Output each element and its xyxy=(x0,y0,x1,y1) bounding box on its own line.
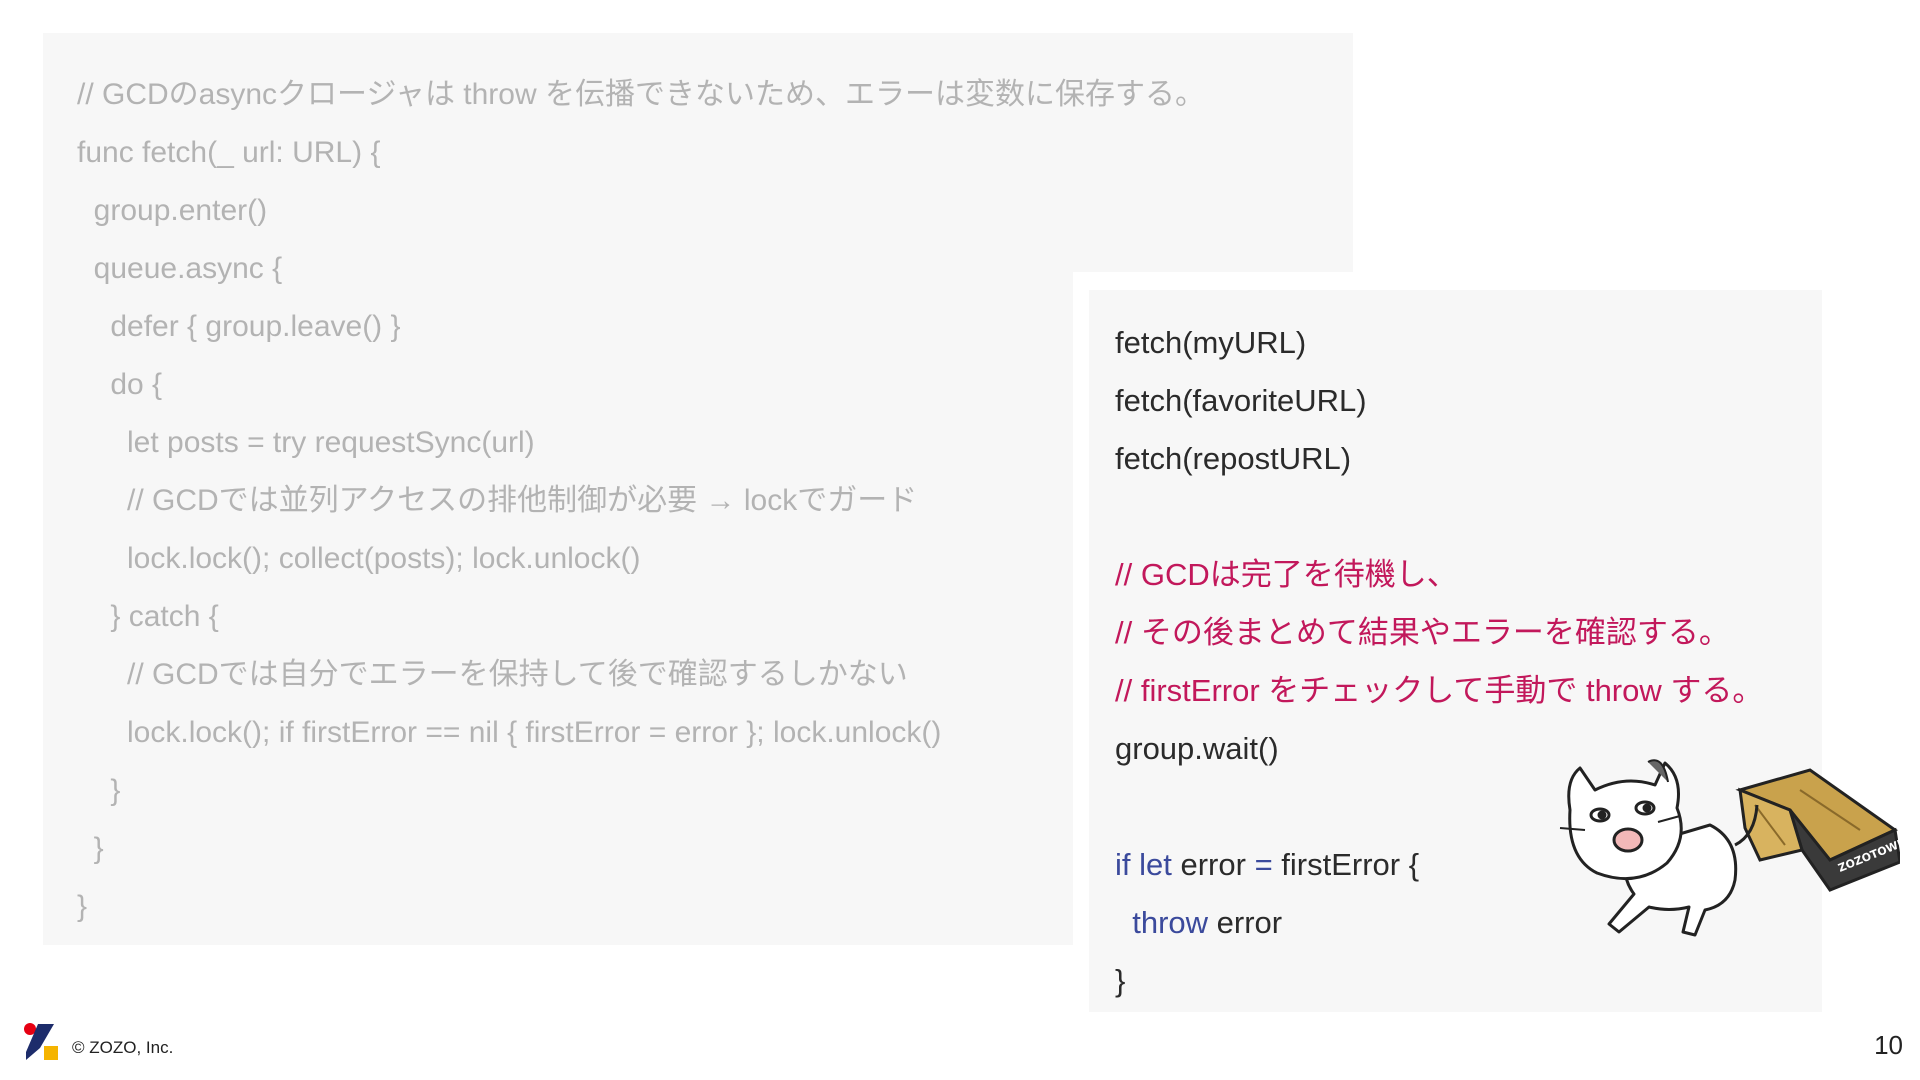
code-text: firstError { xyxy=(1272,847,1420,882)
background-code-block: // GCDのasyncクロージャは throw を伝播できないため、エラーは変… xyxy=(77,66,1205,936)
code-line: fetch(repostURL) xyxy=(1115,441,1352,476)
keyword-let: let xyxy=(1139,847,1172,882)
code-comment: // firstError をチェックして手動で throw する。 xyxy=(1115,673,1764,708)
background-code-line: } xyxy=(77,774,121,807)
code-line: fetch(myURL) xyxy=(1115,325,1307,360)
zozo-logo-icon xyxy=(24,1023,58,1060)
background-code-line: } xyxy=(77,890,88,923)
keyword-if: if xyxy=(1115,847,1131,882)
slide: // GCDのasyncクロージャは throw を伝播できないため、エラーは変… xyxy=(0,0,1920,1080)
code-text: error xyxy=(1171,847,1255,882)
background-code-line: queue.async { xyxy=(77,252,283,285)
cat-box-illustration: ZOZOTOWN xyxy=(1559,759,1900,937)
background-code-line: do { xyxy=(77,368,163,401)
code-comment: // GCDは完了を待機し、 xyxy=(1115,557,1458,592)
background-code-line: let posts = try requestSync(url) xyxy=(77,426,535,459)
background-code-line: lock.lock(); collect(posts); lock.unlock… xyxy=(77,542,641,575)
background-code-line: defer { group.leave() } xyxy=(77,310,401,343)
cat-icon xyxy=(1559,759,1759,937)
background-code-line: lock.lock(); if firstError == nil { firs… xyxy=(77,716,942,749)
copyright-text: © ZOZO, Inc. xyxy=(72,1038,174,1057)
page-number: 10 xyxy=(1874,1030,1903,1060)
background-code-line: group.enter() xyxy=(77,194,268,227)
code-line: fetch(favoriteURL) xyxy=(1115,383,1367,418)
background-code-line: } catch { xyxy=(77,600,219,633)
background-code-line: } xyxy=(77,832,104,865)
blank-line xyxy=(1115,488,1763,546)
background-code-line: func fetch(_ url: URL) { xyxy=(77,136,381,169)
code-text: error xyxy=(1208,905,1283,940)
zozotown-box-icon: ZOZOTOWN xyxy=(1735,768,1900,892)
code-comment: // その後まとめて結果やエラーを確認する。 xyxy=(1115,615,1730,650)
background-code-line: // GCDでは自分でエラーを保持して後で確認するしかない xyxy=(77,658,908,691)
background-code-line: // GCDでは並列アクセスの排他制御が必要 → lockでガード xyxy=(77,484,918,517)
operator-equals: = xyxy=(1254,847,1273,882)
background-code-line: // GCDのasyncクロージャは throw を伝播できないため、エラーは変… xyxy=(77,78,1205,111)
keyword-throw: throw xyxy=(1132,905,1209,940)
code-line: } xyxy=(1115,963,1126,998)
